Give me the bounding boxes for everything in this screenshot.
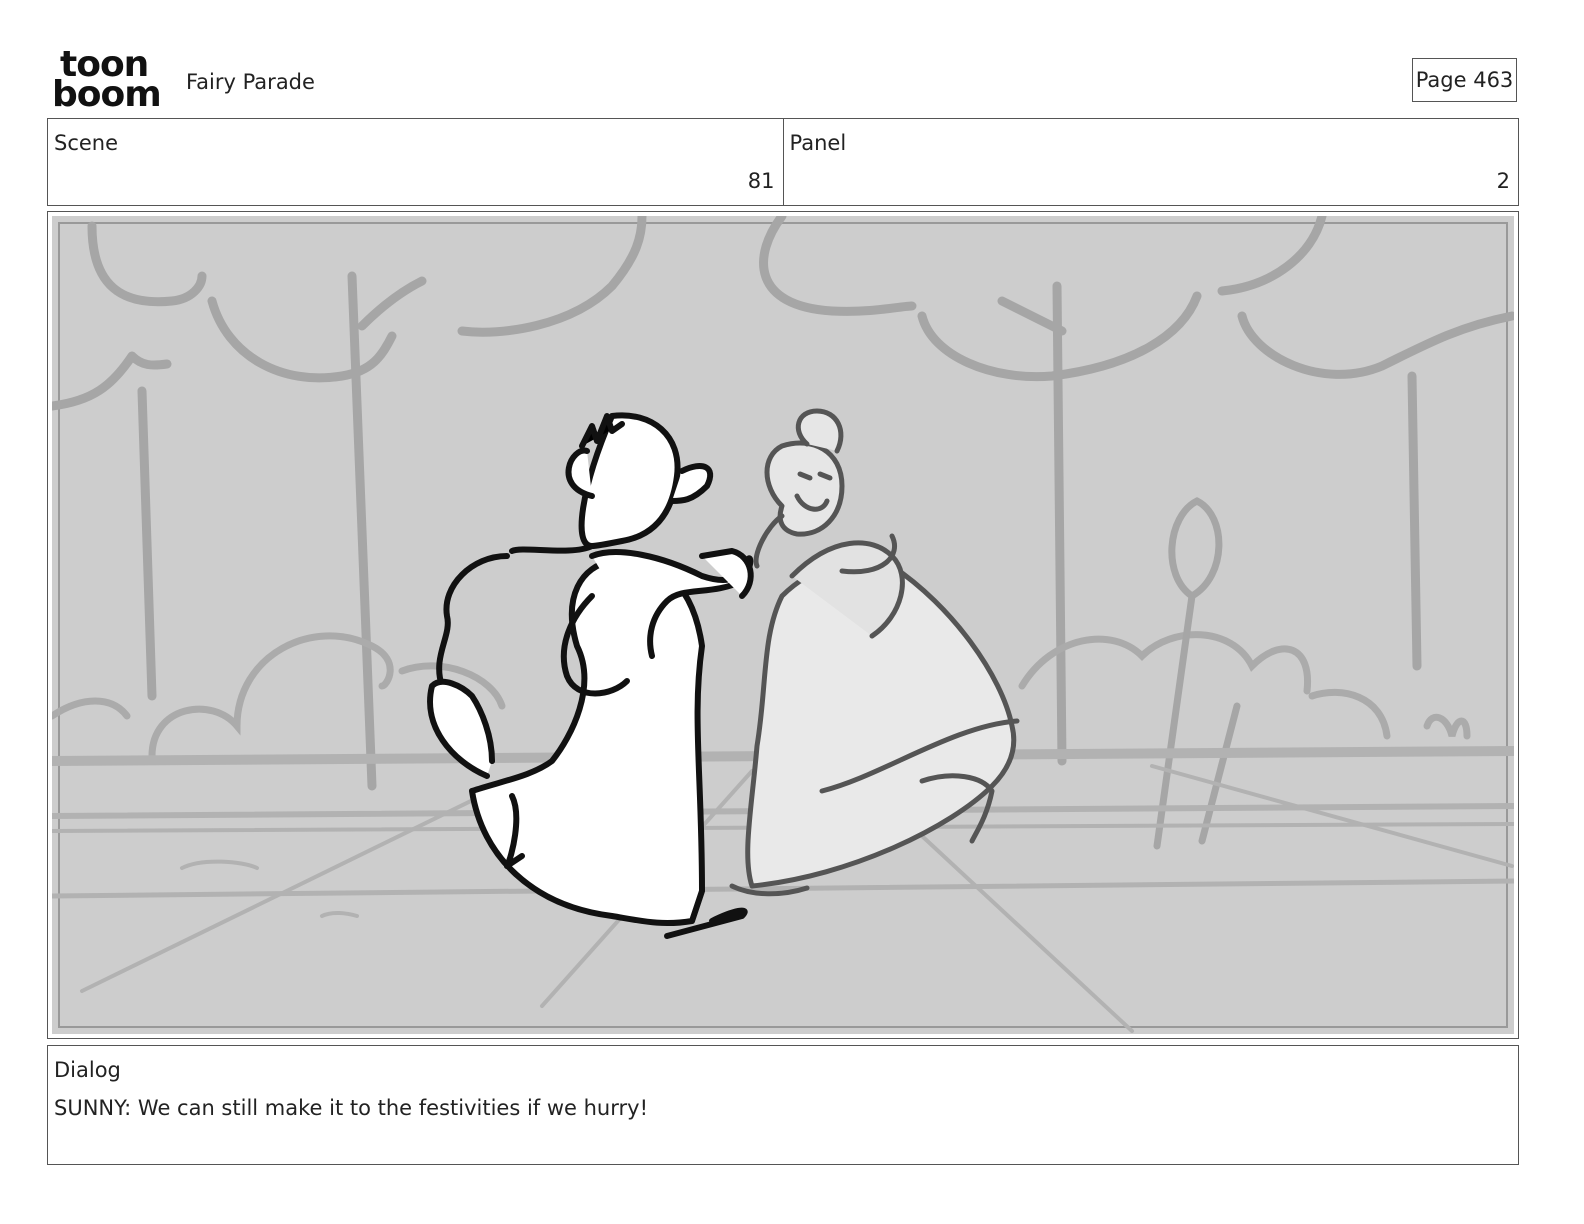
scene-label: Scene <box>54 131 119 155</box>
page-number-box: Page 463 <box>1412 58 1517 102</box>
scene-value: 81 <box>747 169 775 193</box>
scene-panel-info: Scene 81 Panel 2 <box>47 118 1519 206</box>
project-title: Fairy Parade <box>186 70 315 94</box>
dialog-text: SUNNY: We can still make it to the festi… <box>54 1096 648 1120</box>
storyboard-panel-frame <box>47 211 1519 1039</box>
logo-text-bottom: boom <box>52 74 162 115</box>
scene-cell: Scene 81 <box>48 119 783 205</box>
panel-value: 2 <box>1496 169 1510 193</box>
page-number: Page 463 <box>1415 68 1514 92</box>
toonboom-logo: toon boom <box>52 47 164 115</box>
panel-cell: Panel 2 <box>782 119 1519 205</box>
panel-label: Panel <box>789 131 847 155</box>
storyboard-sketch <box>52 216 1514 1034</box>
dialog-box: Dialog SUNNY: We can still make it to th… <box>47 1045 1519 1165</box>
dialog-label: Dialog <box>54 1058 121 1082</box>
